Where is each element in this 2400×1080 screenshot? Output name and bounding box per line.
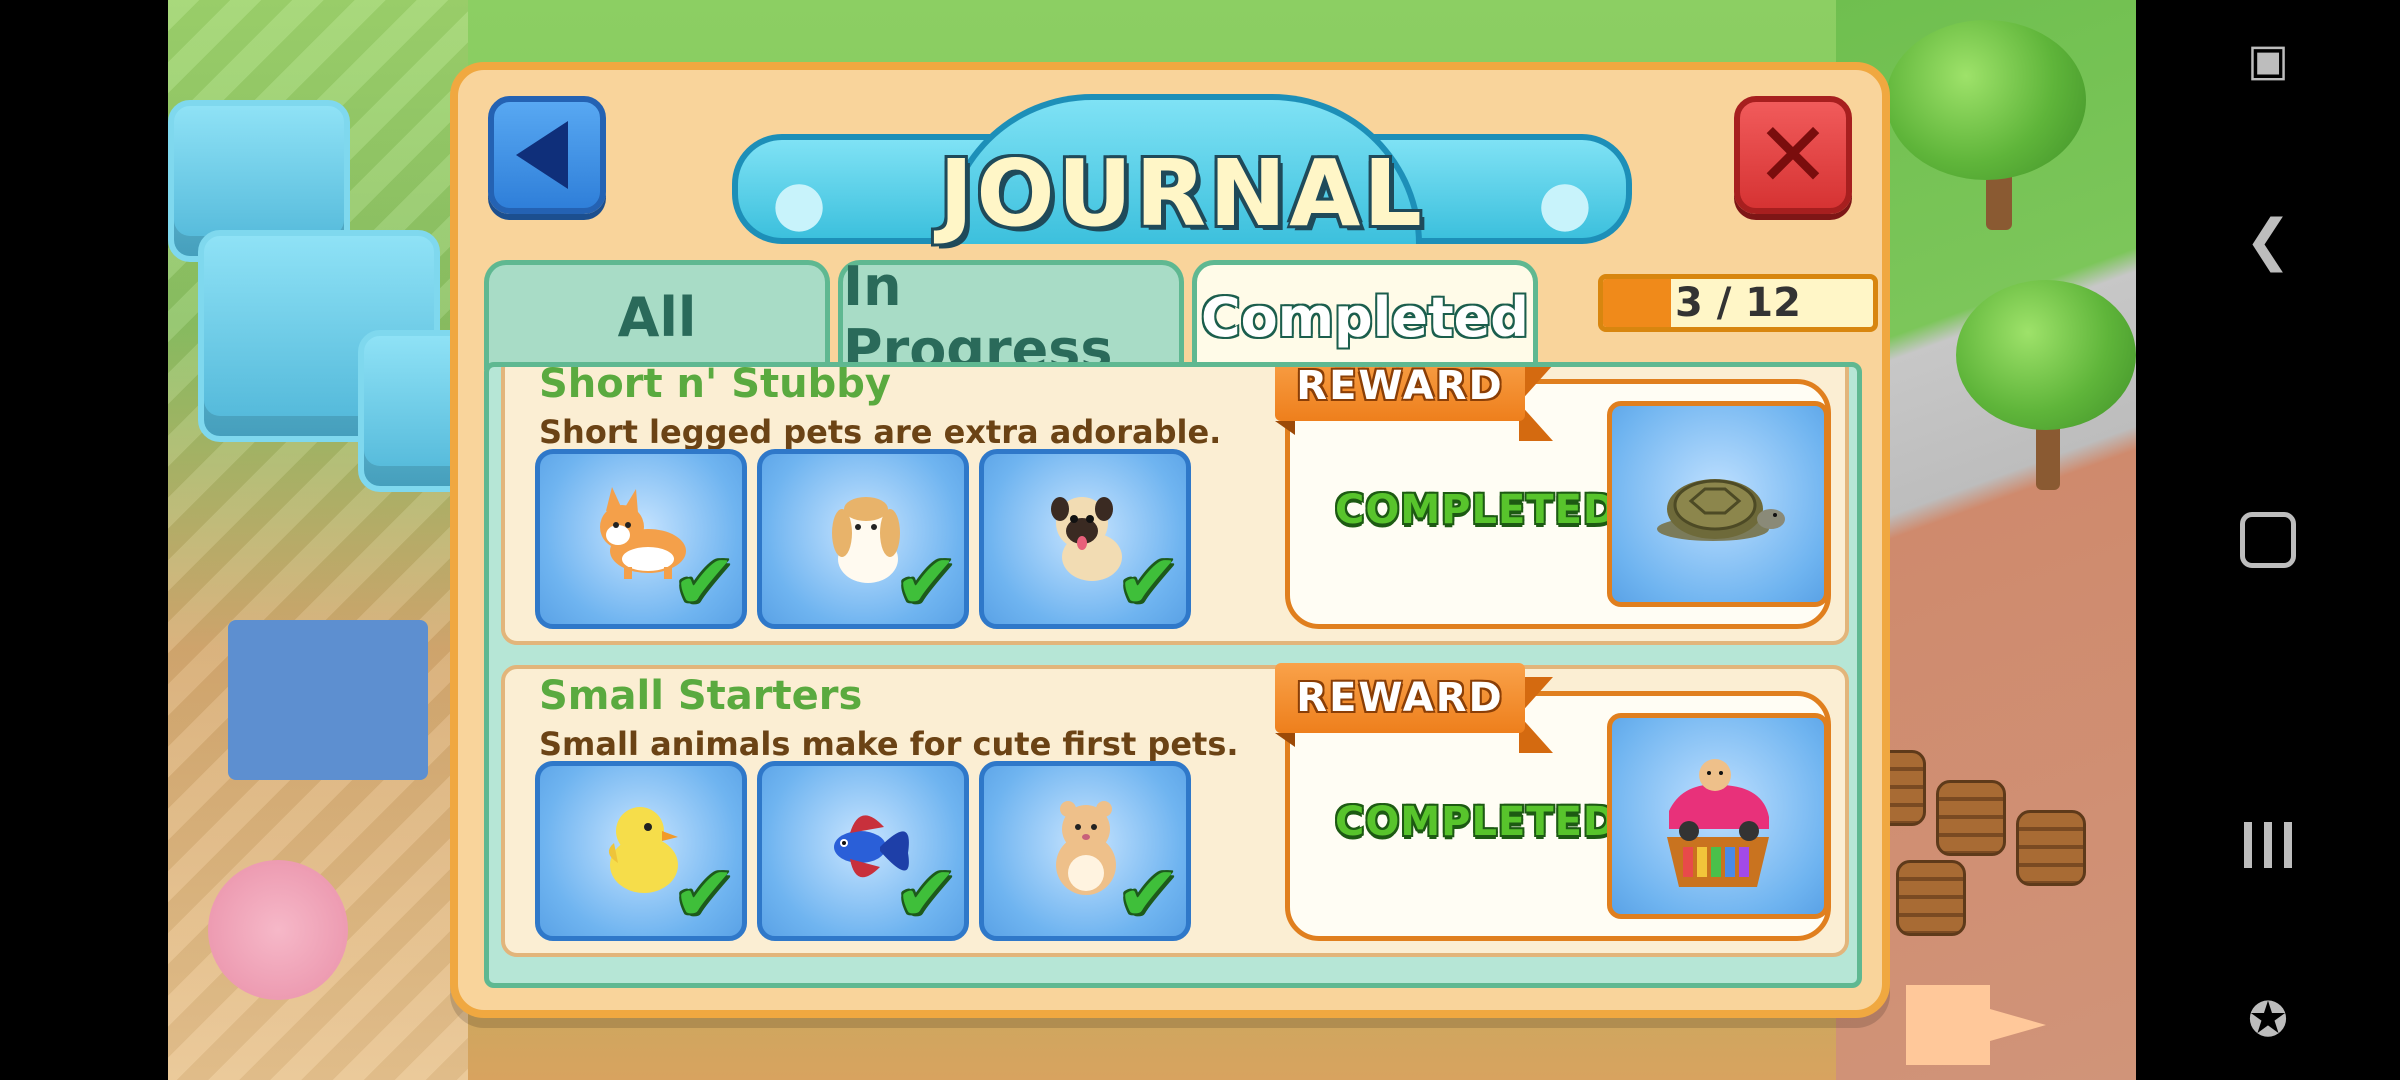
back-arrow-icon [516,121,568,189]
status-badge: COMPLETED [1335,799,1618,845]
screen-lock-icon[interactable]: ▣ [2136,10,2400,110]
reward-item-slot[interactable] [1607,401,1829,607]
status-badge: COMPLETED [1335,487,1618,533]
journal-entry: Short n' Stubby Short legged pets are ex… [501,362,1849,645]
arrow-hint-icon [1906,985,2046,1065]
reward-ribbon: REWARD [1275,367,1555,441]
barrel [1936,780,2006,856]
tab-all[interactable]: All [484,260,830,370]
toy-house [228,620,428,780]
checkmark-icon: ✔ [894,537,958,626]
checkmark-icon: ✔ [672,537,736,626]
entry-description: Small animals make for cute first pets. [539,725,1239,763]
page-title: JOURNAL [939,140,1425,247]
tab-in-progress[interactable]: In Progress [838,255,1184,381]
pet-slot[interactable]: ✔ [979,761,1191,941]
pet-slot[interactable]: ✔ [979,449,1191,629]
pet-slot[interactable]: ✔ [757,761,969,941]
recents-nav-icon[interactable] [2136,795,2400,895]
progress-text: 3 / 12 [1675,280,1801,326]
system-nav-bar: ▣ ❮ ✪ [2136,0,2400,1080]
pet-slot[interactable]: ✔ [535,761,747,941]
checkmark-icon: ✔ [894,849,958,938]
journal-dialog: ● ● JOURNAL ✕ All In Progress Completed … [450,62,1890,1018]
pet-slot[interactable]: ✔ [535,449,747,629]
back-button[interactable] [488,96,606,214]
barrel [1896,860,1966,936]
pet-slot[interactable]: ✔ [757,449,969,629]
close-button[interactable]: ✕ [1734,96,1852,214]
pink-tree [208,860,348,1000]
home-nav-icon[interactable] [2136,490,2400,590]
close-icon: ✕ [1755,102,1831,208]
completion-progress-bar: 3 / 12 [1598,274,1878,332]
reward-ribbon: REWARD [1275,663,1555,753]
journal-banner: ● ● JOURNAL [732,94,1632,254]
entry-description: Short legged pets are extra adorable. [539,413,1222,451]
entry-title: Short n' Stubby [539,362,891,407]
tortoise-icon [1657,479,1785,541]
journal-list[interactable]: Short n' Stubby Short legged pets are ex… [484,362,1862,988]
reward-item-slot[interactable] [1607,713,1829,919]
barrel [2016,810,2086,886]
tree [1886,20,2086,180]
back-nav-icon[interactable]: ❮ [2136,190,2400,290]
checkmark-icon: ✔ [1116,849,1180,938]
journal-entry: Small Starters Small animals make for cu… [501,663,1849,957]
checkmark-icon: ✔ [1116,537,1180,626]
hamster-car-toy-icon [1667,759,1769,887]
tab-completed[interactable]: Completed [1192,260,1538,370]
checkmark-icon: ✔ [672,849,736,938]
left-scene [168,0,480,1080]
entry-title: Small Starters [539,673,863,719]
game-tools-icon[interactable]: ✪ [2136,970,2400,1070]
tree [1956,280,2136,430]
